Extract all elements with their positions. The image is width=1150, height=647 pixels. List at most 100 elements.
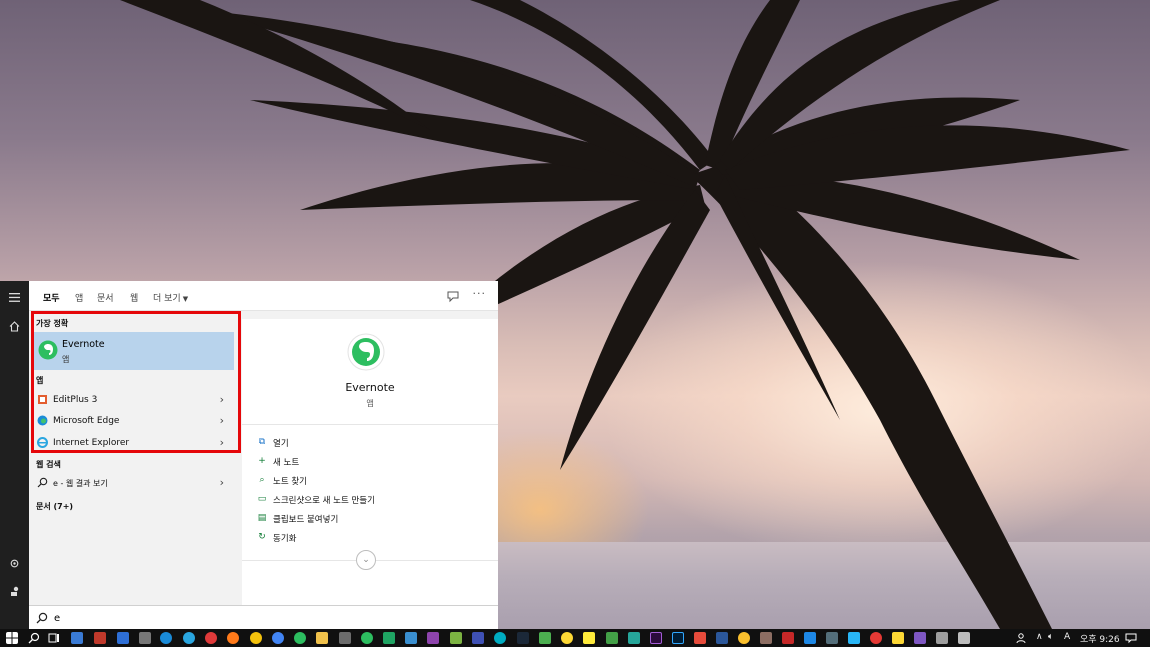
open-icon: ⧉ bbox=[258, 437, 266, 447]
editplus-icon bbox=[38, 395, 47, 404]
internet-explorer-icon bbox=[37, 437, 48, 448]
action-label: 열기 bbox=[273, 439, 289, 449]
app-icon-19[interactable] bbox=[738, 632, 750, 644]
tab-documents[interactable]: 문서 bbox=[97, 291, 114, 304]
chevron-right-icon[interactable]: › bbox=[220, 436, 224, 449]
feedback-icon[interactable] bbox=[446, 289, 460, 303]
visual-studio-icon[interactable] bbox=[427, 632, 439, 644]
windows-start-icon[interactable] bbox=[6, 632, 18, 644]
chevron-up-icon[interactable]: ∧ bbox=[1036, 632, 1043, 642]
volume-icon[interactable]: 🔈︎ bbox=[1048, 632, 1053, 642]
chrome-icon[interactable] bbox=[250, 632, 262, 644]
file-explorer-icon[interactable] bbox=[316, 632, 328, 644]
home-icon[interactable] bbox=[0, 312, 29, 340]
app-icon-9[interactable] bbox=[383, 632, 395, 644]
settings-gear-icon[interactable] bbox=[0, 549, 29, 577]
action-center-icon[interactable] bbox=[1125, 632, 1137, 644]
search-icon[interactable] bbox=[28, 632, 40, 644]
app-icon-28[interactable] bbox=[958, 632, 970, 644]
tab-web[interactable]: 웹 bbox=[130, 291, 138, 304]
app-icon-4[interactable] bbox=[139, 632, 151, 644]
evernote-icon[interactable] bbox=[361, 632, 373, 644]
app-icon-8[interactable] bbox=[339, 632, 351, 644]
app-icon-27[interactable] bbox=[936, 632, 948, 644]
filezilla-icon[interactable] bbox=[782, 632, 794, 644]
ellipsis-icon[interactable]: ··· bbox=[473, 287, 487, 300]
app-result-label: EditPlus 3 bbox=[53, 395, 98, 405]
edge-icon[interactable] bbox=[160, 632, 172, 644]
app-icon-5[interactable] bbox=[205, 632, 217, 644]
chevron-right-icon[interactable]: › bbox=[220, 414, 224, 427]
tab-all[interactable]: 모두 bbox=[43, 291, 60, 314]
start-left-rail bbox=[0, 281, 29, 629]
best-match-item[interactable]: Evernote 앱 bbox=[34, 332, 234, 370]
search-panel: 모두 앱 문서 웹 더 보기 ▼ ··· 가장 정확 Evernote 앱 앱 E… bbox=[29, 281, 498, 629]
action-screenshot-note[interactable]: ▭ 스크린샷으로 새 노트 만들기 bbox=[257, 492, 477, 508]
app-icon-10[interactable] bbox=[405, 632, 417, 644]
app-icon-18[interactable] bbox=[694, 632, 706, 644]
task-view-icon[interactable] bbox=[48, 632, 60, 644]
documents-heading[interactable]: 문서 (7+) bbox=[36, 501, 73, 512]
word-icon[interactable] bbox=[716, 632, 728, 644]
divider bbox=[242, 424, 498, 425]
chevron-right-icon[interactable]: › bbox=[220, 476, 224, 489]
best-match-name: Evernote bbox=[62, 339, 105, 350]
app-icon-7[interactable] bbox=[294, 632, 306, 644]
app-result-editplus[interactable]: EditPlus 3 › bbox=[34, 390, 234, 410]
action-open[interactable]: ⧉ 열기 bbox=[257, 435, 477, 451]
app-icon-24[interactable] bbox=[870, 632, 882, 644]
app-icon-3[interactable] bbox=[117, 632, 129, 644]
app-icon-21[interactable] bbox=[804, 632, 816, 644]
search-input[interactable] bbox=[54, 609, 484, 627]
user-account-icon[interactable] bbox=[0, 577, 29, 605]
sync-icon: ↻ bbox=[258, 532, 266, 542]
clock-time[interactable]: 오후 9:26 bbox=[1080, 632, 1120, 645]
best-match-heading: 가장 정확 bbox=[36, 319, 69, 328]
app-icon-2[interactable] bbox=[94, 632, 106, 644]
action-label: 노트 찾기 bbox=[273, 477, 307, 487]
app-icon-15[interactable] bbox=[561, 632, 573, 644]
app-icon-17[interactable] bbox=[628, 632, 640, 644]
expand-chevron-icon[interactable]: ⌄ bbox=[356, 550, 376, 570]
app-icon-13[interactable] bbox=[494, 632, 506, 644]
steam-icon[interactable] bbox=[517, 632, 529, 644]
tab-more[interactable]: 더 보기 ▼ bbox=[153, 291, 188, 304]
tab-apps[interactable]: 앱 bbox=[75, 291, 83, 304]
app-icon-6[interactable] bbox=[272, 632, 284, 644]
app-icon-25[interactable] bbox=[892, 632, 904, 644]
app-icon-22[interactable] bbox=[826, 632, 838, 644]
action-new-note[interactable]: + 새 노트 bbox=[257, 454, 477, 470]
app-icon-12[interactable] bbox=[472, 632, 484, 644]
chevron-right-icon[interactable]: › bbox=[220, 393, 224, 406]
tab-more-label: 더 보기 bbox=[153, 294, 181, 304]
people-icon[interactable] bbox=[1016, 632, 1028, 644]
app-icon-11[interactable] bbox=[450, 632, 462, 644]
app-icon-20[interactable] bbox=[760, 632, 772, 644]
screenshot-icon: ▭ bbox=[257, 494, 267, 504]
app-icon-1[interactable] bbox=[71, 632, 83, 644]
app-icon-16[interactable] bbox=[606, 632, 618, 644]
search-icon bbox=[37, 477, 48, 488]
action-sync[interactable]: ↻ 동기화 bbox=[257, 530, 477, 546]
app-result-label: Microsoft Edge bbox=[53, 416, 120, 426]
firefox-icon[interactable] bbox=[227, 632, 239, 644]
app-result-edge[interactable]: Microsoft Edge › bbox=[34, 411, 234, 431]
web-search-result[interactable]: e - 웹 결과 보기 › bbox=[34, 473, 234, 493]
kakaotalk-icon[interactable] bbox=[583, 632, 595, 644]
hamburger-menu-icon[interactable] bbox=[0, 283, 29, 311]
chevron-down-icon: ▼ bbox=[182, 295, 189, 303]
ime-indicator[interactable]: A bbox=[1064, 632, 1070, 642]
premiere-icon[interactable] bbox=[650, 632, 662, 644]
detail-app-name: Evernote bbox=[345, 381, 395, 394]
action-paste-clipboard[interactable]: ▤ 클립보드 붙여넣기 bbox=[257, 511, 477, 527]
internet-explorer-icon[interactable] bbox=[183, 632, 195, 644]
app-icon-14[interactable] bbox=[539, 632, 551, 644]
app-icon-26[interactable] bbox=[914, 632, 926, 644]
action-find-note[interactable]: ⌕ 노트 찾기 bbox=[257, 473, 477, 489]
photoshop-icon[interactable] bbox=[672, 632, 684, 644]
app-icon-23[interactable] bbox=[848, 632, 860, 644]
search-box[interactable] bbox=[29, 605, 498, 629]
search-filter-bar: 모두 앱 문서 웹 더 보기 ▼ ··· bbox=[29, 281, 498, 314]
action-label: 스크린샷으로 새 노트 만들기 bbox=[273, 496, 375, 506]
app-result-internet-explorer[interactable]: Internet Explorer › bbox=[34, 433, 234, 453]
